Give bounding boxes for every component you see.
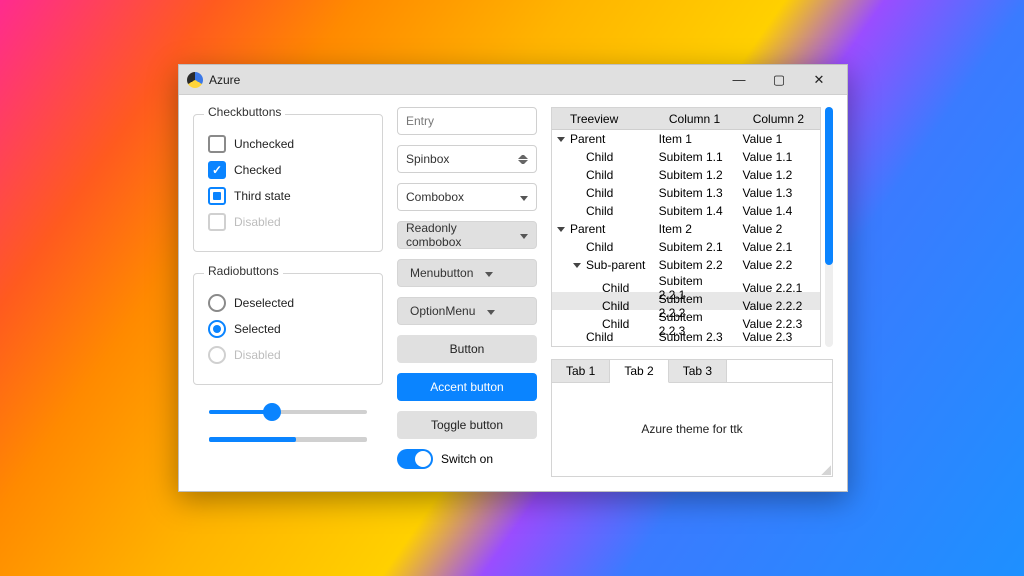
checkbox-indeterminate-icon [208, 187, 226, 205]
titlebar[interactable]: Azure — ▢ ✕ [179, 65, 847, 95]
checkbox-label: Checked [234, 163, 281, 177]
radio-label: Disabled [234, 348, 281, 362]
tab-3[interactable]: Tab 3 [669, 360, 727, 382]
toggle-button[interactable]: Toggle button [397, 411, 537, 439]
chevron-down-icon[interactable] [514, 228, 528, 242]
disclosure-icon[interactable] [556, 227, 566, 232]
radiobuttons-group: Radiobuttons Deselected Selected Disable… [193, 266, 383, 385]
checkbox-third[interactable]: Third state [208, 187, 372, 205]
radiobuttons-legend: Radiobuttons [204, 264, 283, 278]
tree-row[interactable]: Sub-parentSubitem 2.2Value 2.2 [552, 256, 820, 274]
readonly-combobox-label: Readonly combobox [406, 221, 514, 249]
treeview[interactable]: Treeview Column 1 Column 2 ParentItem 1V… [551, 107, 821, 347]
radio-deselected[interactable]: Deselected [208, 294, 372, 312]
tab-2[interactable]: Tab 2 [610, 360, 668, 383]
tree-row[interactable]: ChildSubitem 2.1Value 2.1 [552, 238, 820, 256]
radio-icon [208, 294, 226, 312]
menubutton[interactable]: Menubutton [397, 259, 537, 287]
spinbox-input[interactable]: Spinbox [397, 145, 537, 173]
button[interactable]: Button [397, 335, 537, 363]
checkbox-checked[interactable]: Checked [208, 161, 372, 179]
checkbox-label: Disabled [234, 215, 281, 229]
minimize-button[interactable]: — [719, 65, 759, 95]
tree-row[interactable]: ChildSubitem 1.4Value 1.4 [552, 202, 820, 220]
entry-input[interactable]: Entry [397, 107, 537, 135]
checkbox-checked-icon [208, 161, 226, 179]
tab-content: Azure theme for ttk [552, 383, 832, 475]
tree-col-2[interactable]: Column 2 [736, 112, 820, 126]
tree-row[interactable]: ChildSubitem 1.2Value 1.2 [552, 166, 820, 184]
tree-col-0[interactable]: Treeview [552, 112, 653, 126]
radio-selected-icon [208, 320, 226, 338]
checkbox-label: Third state [234, 189, 291, 203]
switch-on-icon [397, 449, 433, 469]
radio-label: Selected [234, 322, 281, 336]
disclosure-icon[interactable] [572, 263, 582, 268]
radio-disabled: Disabled [208, 346, 372, 364]
disclosure-icon[interactable] [556, 137, 566, 142]
chevron-down-icon [479, 266, 493, 280]
switch-label: Switch on [441, 452, 493, 466]
tree-row[interactable]: ParentItem 2Value 2 [552, 220, 820, 238]
close-button[interactable]: ✕ [799, 65, 839, 95]
switch[interactable]: Switch on [397, 449, 537, 469]
tree-row[interactable]: ChildSubitem 1.1Value 1.1 [552, 148, 820, 166]
checkbox-disabled: Disabled [208, 213, 372, 231]
tree-row[interactable]: ChildSubitem 2.2.1Value 2.2.1 [552, 274, 820, 292]
chevron-down-icon[interactable] [514, 190, 528, 204]
app-icon [187, 72, 203, 88]
notebook: Tab 1Tab 2Tab 3 Azure theme for ttk [551, 359, 833, 477]
spinbox-label: Spinbox [406, 152, 449, 166]
menubutton-label: Menubutton [410, 266, 473, 280]
combobox-input[interactable]: Combobox [397, 183, 537, 211]
checkbox-disabled-icon [208, 213, 226, 231]
treeview-header[interactable]: Treeview Column 1 Column 2 [552, 108, 820, 130]
app-window: Azure — ▢ ✕ Checkbuttons Unchecked Check… [178, 64, 848, 492]
stepper-icon[interactable] [518, 151, 528, 167]
tabbar: Tab 1Tab 2Tab 3 [552, 360, 832, 383]
checkbox-unchecked[interactable]: Unchecked [208, 135, 372, 153]
tree-row[interactable]: ChildSubitem 2.3Value 2.3 [552, 328, 820, 346]
chevron-down-icon [481, 304, 495, 318]
checkbuttons-legend: Checkbuttons [204, 105, 285, 119]
combobox-label: Combobox [406, 190, 464, 204]
radio-disabled-icon [208, 346, 226, 364]
accent-button[interactable]: Accent button [397, 373, 537, 401]
progress-bar [209, 437, 367, 442]
optionmenu[interactable]: OptionMenu [397, 297, 537, 325]
resize-grip-icon[interactable] [817, 461, 831, 475]
treeview-scrollbar[interactable] [825, 107, 833, 347]
scrollbar-thumb-icon[interactable] [825, 107, 833, 265]
window-title: Azure [209, 73, 240, 87]
radio-label: Deselected [234, 296, 294, 310]
checkbox-icon [208, 135, 226, 153]
tree-row[interactable]: ParentItem 1Value 1 [552, 130, 820, 148]
tree-row[interactable]: ChildSubitem 1.3Value 1.3 [552, 184, 820, 202]
checkbox-label: Unchecked [234, 137, 294, 151]
optionmenu-label: OptionMenu [410, 304, 475, 318]
maximize-button[interactable]: ▢ [759, 65, 799, 95]
tree-col-1[interactable]: Column 1 [653, 112, 737, 126]
checkbuttons-group: Checkbuttons Unchecked Checked Third sta… [193, 107, 383, 252]
tab-1[interactable]: Tab 1 [552, 360, 610, 382]
radio-selected[interactable]: Selected [208, 320, 372, 338]
scale-thumb-icon[interactable] [263, 403, 281, 421]
scale-slider[interactable] [209, 403, 367, 421]
entry-placeholder: Entry [406, 114, 434, 128]
readonly-combobox[interactable]: Readonly combobox [397, 221, 537, 249]
